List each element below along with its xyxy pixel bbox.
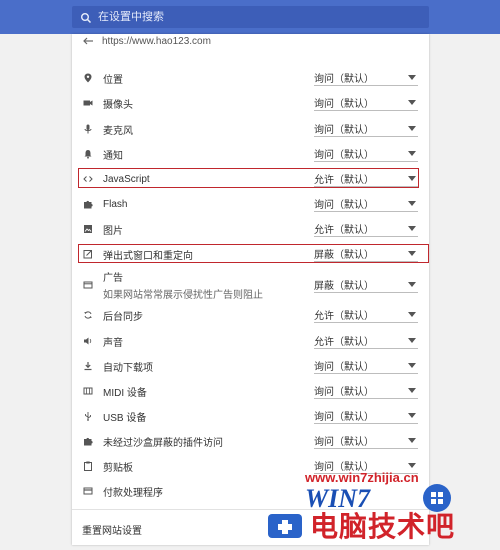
permission-label: MIDI 设备 [103, 387, 147, 399]
permission-value: 允许（默认） [314, 225, 374, 236]
permission-row-flash[interactable]: Flash 询问（默认） [82, 194, 419, 214]
settings-search-box[interactable] [72, 6, 429, 28]
permission-select[interactable]: 询问（默认） [314, 433, 418, 449]
permission-select[interactable]: 询问（默认） [314, 358, 418, 374]
watermark-url: www.win7zhijia.cn [305, 470, 419, 485]
permission-row-sound[interactable]: 声音 允许（默认） [82, 331, 419, 351]
permission-label: 剪贴板 [103, 462, 133, 474]
permission-label: 后台同步 [103, 311, 143, 323]
permission-label: 图片 [103, 225, 123, 237]
permission-value: 询问（默认） [314, 150, 374, 161]
site-header: https://www.hao123.com [82, 34, 211, 48]
top-bar [0, 0, 500, 34]
payment-icon [82, 485, 94, 497]
permission-value: 询问（默认） [314, 412, 374, 423]
permission-row-midi[interactable]: MIDI 设备 询问（默认） [82, 381, 419, 401]
ads-description: 如果网站常常展示侵扰性广告则阻止 [103, 290, 263, 301]
permission-select[interactable]: 询问（默认） [314, 408, 418, 424]
permission-row-usb[interactable]: USB 设备 询问（默认） [82, 406, 419, 426]
permission-row-microphone[interactable]: 麦克风 询问（默认） [82, 119, 419, 139]
permission-label: Flash [103, 198, 128, 210]
permission-select[interactable]: 询问（默认） [314, 146, 418, 162]
chevron-down-icon [408, 438, 416, 443]
site-url: https://www.hao123.com [102, 35, 211, 47]
image-icon [82, 223, 94, 235]
chevron-down-icon [408, 226, 416, 231]
chevron-down-icon [408, 282, 416, 287]
permission-row-background-sync[interactable]: 后台同步 允许（默认） [82, 305, 419, 325]
permission-select[interactable]: 允许（默认） [314, 221, 418, 237]
permission-select[interactable]: 屏蔽（默认） [314, 277, 418, 293]
usb-icon [82, 410, 94, 422]
chevron-down-icon [408, 413, 416, 418]
highlight-box-javascript [78, 168, 419, 188]
permission-row-camera[interactable]: 摄像头 询问（默认） [82, 93, 419, 113]
permission-value: 询问（默认） [314, 125, 374, 136]
permission-value: 询问（默认） [314, 99, 374, 110]
permission-select[interactable]: 询问（默认） [314, 121, 418, 137]
permission-label: USB 设备 [103, 412, 147, 424]
permission-value: 询问（默认） [314, 362, 374, 373]
permission-label: 麦克风 [103, 125, 133, 137]
back-arrow-icon[interactable] [82, 36, 94, 46]
permission-row-auto-downloads[interactable]: 自动下载项 询问（默认） [82, 356, 419, 376]
highlight-box-popups [78, 244, 429, 263]
chevron-down-icon [408, 388, 416, 393]
permission-label: 通知 [103, 150, 123, 162]
site-settings-panel: https://www.hao123.com 位置 询问（默认） 摄像头 询问（… [72, 34, 429, 545]
chevron-down-icon [408, 338, 416, 343]
puzzle-icon [82, 435, 94, 447]
bell-icon [82, 148, 94, 160]
chevron-down-icon [408, 100, 416, 105]
permission-value: 询问（默认） [314, 387, 374, 398]
permission-label: 广告如果网站常常展示侵扰性广告则阻止 [103, 269, 303, 301]
permission-value: 屏蔽（默认） [314, 281, 374, 292]
permission-value: 允许（默认） [314, 337, 374, 348]
permission-label: 位置 [103, 74, 123, 86]
chevron-down-icon [408, 363, 416, 368]
reset-site-settings-link[interactable]: 重置网站设置 [82, 522, 142, 537]
chevron-down-icon [408, 312, 416, 317]
permission-value: 询问（默认） [314, 437, 374, 448]
permission-label: 摄像头 [103, 99, 133, 111]
midi-icon [82, 385, 94, 397]
sync-icon [82, 309, 94, 321]
permission-select[interactable]: 询问（默认） [314, 95, 418, 111]
clipboard-icon [82, 460, 94, 472]
watermark-text: 电脑技术吧 [310, 510, 456, 543]
permission-label: 未经过沙盒屏蔽的插件访问 [103, 437, 223, 449]
chevron-down-icon [408, 75, 416, 80]
microphone-icon [82, 123, 94, 135]
permission-label: 声音 [103, 337, 123, 349]
search-icon [80, 11, 92, 24]
permission-select[interactable]: 允许（默认） [314, 307, 418, 323]
permission-value: 询问（默认） [314, 74, 374, 85]
permission-value: 允许（默认） [314, 311, 374, 322]
ads-title: 广告 [103, 273, 123, 284]
camera-icon [82, 97, 94, 109]
search-input[interactable] [98, 11, 418, 23]
permission-select[interactable]: 询问（默认） [314, 383, 418, 399]
permission-row-notifications[interactable]: 通知 询问（默认） [82, 144, 419, 164]
permission-row-unsandboxed-plugins[interactable]: 未经过沙盒屏蔽的插件访问 询问（默认） [82, 431, 419, 451]
permission-row-location[interactable]: 位置 询问（默认） [82, 68, 419, 88]
chevron-down-icon [408, 126, 416, 131]
chevron-down-icon [408, 201, 416, 206]
permission-label: 自动下载项 [103, 362, 153, 374]
download-icon [82, 360, 94, 372]
chevron-down-icon [408, 463, 416, 468]
ads-icon [82, 279, 94, 291]
puzzle-icon [82, 198, 94, 210]
permission-row-images[interactable]: 图片 允许（默认） [82, 219, 419, 239]
permission-value: 询问（默认） [314, 200, 374, 211]
permission-select[interactable]: 允许（默认） [314, 333, 418, 349]
permission-select[interactable]: 询问（默认） [314, 70, 418, 86]
permission-select[interactable]: 询问（默认） [314, 196, 418, 212]
chevron-down-icon [408, 151, 416, 156]
sound-icon [82, 335, 94, 347]
location-icon [82, 72, 94, 84]
permission-row-ads[interactable]: 广告如果网站常常展示侵扰性广告则阻止 屏蔽（默认） [82, 269, 419, 301]
